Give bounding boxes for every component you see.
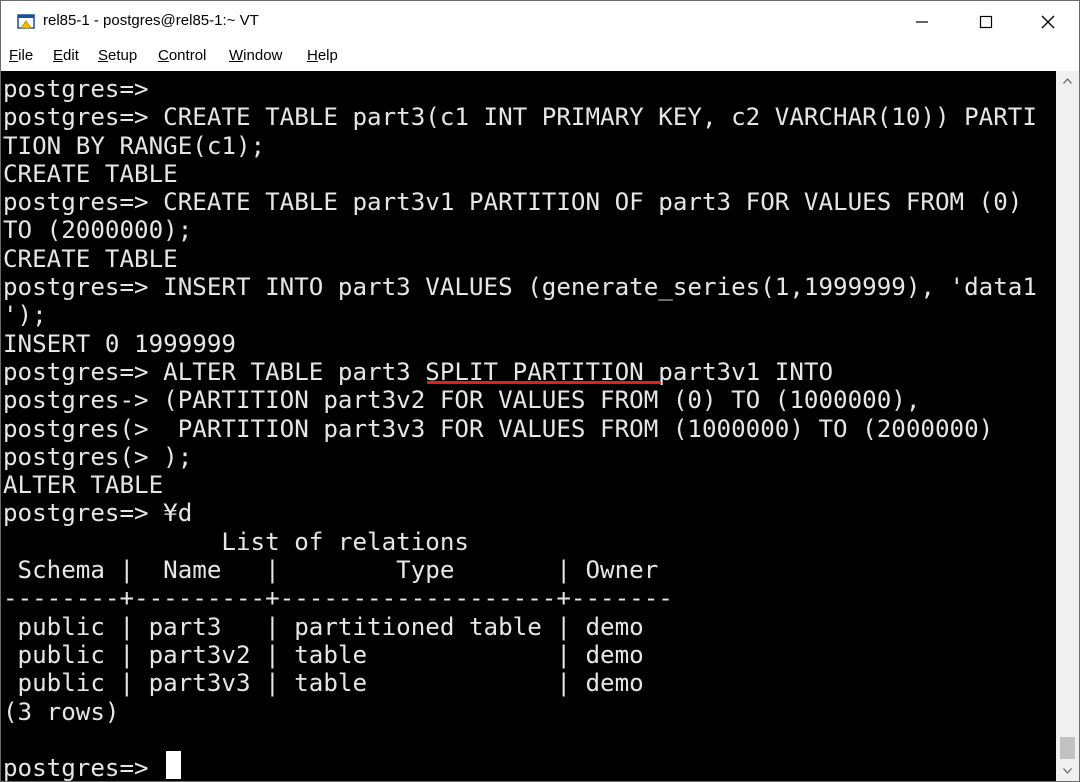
terminal-screen[interactable]: postgres=> postgres=> CREATE TABLE part3… [1, 71, 1056, 781]
menu-bar: File Edit Setup Control Window Help [1, 43, 1079, 71]
menu-edit[interactable]: Edit [53, 47, 79, 64]
menu-setup[interactable]: Setup [98, 47, 137, 64]
terminal-line: postgres(> ); [3, 442, 193, 471]
minimize-icon [916, 21, 928, 23]
close-button[interactable] [1017, 1, 1079, 43]
terminal-line: INSERT 0 1999999 [3, 329, 236, 358]
terminal-window: rel85-1 - postgres@rel85-1:~ VT File Edi… [0, 0, 1080, 782]
terminal-line: CREATE TABLE [3, 159, 178, 188]
scrollbar-thumb[interactable] [1060, 737, 1075, 759]
terminal-output: postgres=> postgres=> CREATE TABLE part3… [3, 75, 1056, 781]
menu-edit-label: dit [63, 47, 79, 64]
terminal-line: (3 rows) [3, 697, 120, 726]
menu-window-accel: W [229, 47, 244, 64]
title-bar[interactable]: rel85-1 - postgres@rel85-1:~ VT [1, 1, 1079, 43]
menu-help-label: elp [317, 47, 338, 64]
split-partition-highlight-underline [427, 381, 661, 384]
menu-setup-accel: S [98, 47, 109, 64]
window-title: rel85-1 - postgres@rel85-1:~ VT [43, 12, 259, 29]
terminal-line: postgres=> [3, 75, 149, 103]
vertical-scrollbar[interactable] [1056, 71, 1079, 781]
terminal-line: postgres-> (PARTITION part3v2 FOR VALUES… [3, 386, 921, 415]
terminal-line: --------+---------+-------------------+-… [3, 584, 673, 613]
maximize-icon [979, 15, 993, 29]
terminal-line: postgres=> [3, 754, 149, 781]
menu-help[interactable]: Help [307, 47, 338, 64]
menu-control-accel: C [158, 47, 169, 64]
terminal-line: ALTER TABLE [3, 471, 164, 500]
terminal-line: TION BY RANGE(c1); [3, 131, 266, 160]
menu-setup-label: etup [108, 47, 138, 64]
terminal-line: List of relations [3, 527, 469, 556]
chevron-up-icon [1063, 78, 1072, 84]
menu-window[interactable]: Window [229, 47, 282, 64]
maximize-button[interactable] [955, 1, 1017, 43]
terminal-line: public | part3v3 | table | demo [3, 669, 644, 698]
teraterm-app-icon[interactable] [17, 13, 35, 31]
terminal-line: postgres(> PARTITION part3v3 FOR VALUES … [3, 414, 994, 443]
minimize-button[interactable] [891, 1, 953, 43]
menu-window-label: indow [243, 47, 283, 64]
terminal-line: postgres=> CREATE TABLE part3v1 PARTITIO… [3, 188, 1023, 217]
terminal-line: public | part3 | partitioned table | dem… [3, 612, 644, 641]
menu-help-accel: H [307, 47, 318, 64]
terminal-line: CREATE TABLE [3, 244, 178, 273]
scroll-down-button[interactable] [1056, 761, 1079, 781]
menu-file[interactable]: File [9, 47, 33, 64]
menu-control-label: ontrol [168, 47, 207, 64]
menu-edit-accel: E [53, 47, 64, 64]
menu-file-accel: F [9, 47, 19, 64]
terminal-line: Schema | Name | Type | Owner [3, 556, 659, 585]
menu-file-label: ile [18, 47, 34, 64]
terminal-line: '); [3, 301, 47, 330]
terminal-line: public | part3v2 | table | demo [3, 640, 644, 669]
menu-control[interactable]: Control [158, 47, 206, 64]
close-icon [1041, 15, 1055, 29]
terminal-line: postgres=> CREATE TABLE part3(c1 INT PRI… [3, 103, 1037, 132]
terminal-line: postgres=> ¥d [3, 499, 193, 528]
scroll-up-button[interactable] [1056, 71, 1079, 91]
terminal-line: TO (2000000); [3, 216, 193, 245]
chevron-down-icon [1063, 768, 1072, 774]
terminal-cursor [166, 751, 181, 779]
terminal-line: postgres=> INSERT INTO part3 VALUES (gen… [3, 273, 1037, 302]
